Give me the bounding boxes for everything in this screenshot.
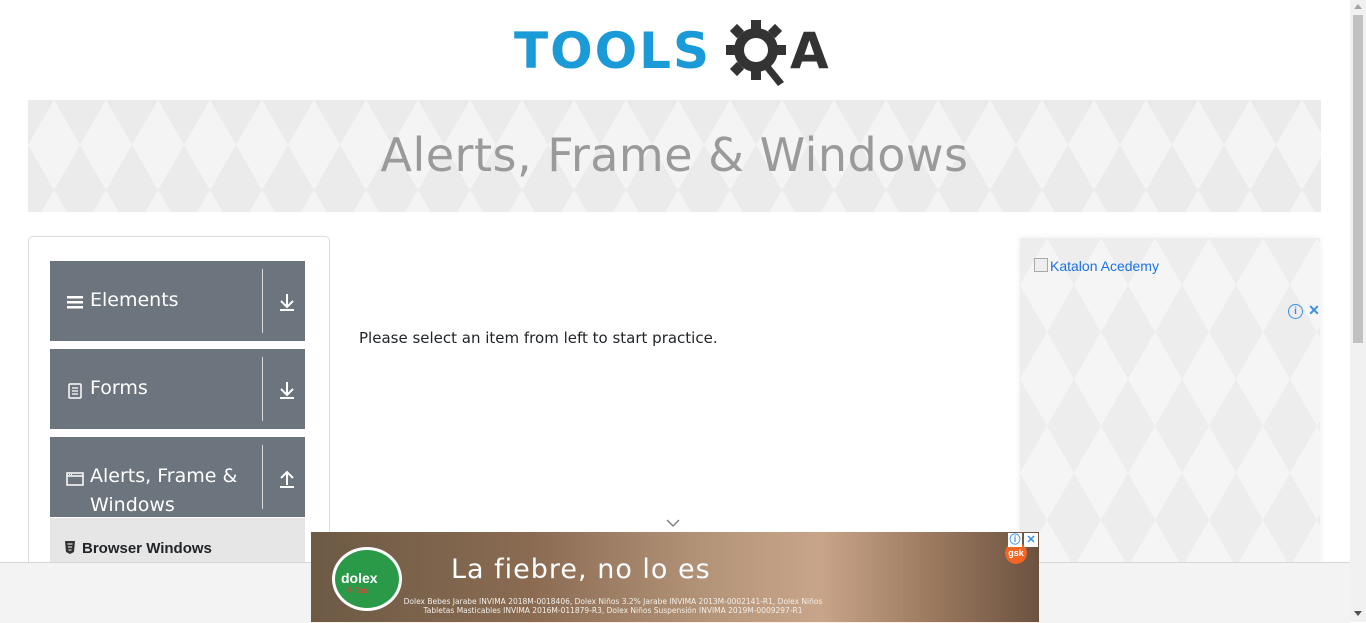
page-banner: Alerts, Frame & Windows [28, 100, 1321, 212]
logo-text-tools: TOOLS [514, 22, 711, 80]
download-arrow-icon [280, 294, 294, 311]
katalon-ad-link[interactable]: Katalon Acedemy [1034, 258, 1159, 274]
sidebar-accordion: Elements Forms Alerts, Frame & Windows B… [28, 236, 330, 578]
chevron-down-icon[interactable] [666, 518, 680, 528]
sidebar-item-label: Browser Windows [82, 540, 212, 557]
ad-headline: La fiebre, no lo es [451, 554, 711, 585]
sidebar-group-elements[interactable]: Elements [50, 261, 305, 341]
scrollbar-thumb[interactable] [1353, 15, 1363, 343]
bottom-ad-controls: ⓘ ✕ [1008, 533, 1038, 547]
toolsqa-logo[interactable]: TOOLS A [514, 16, 838, 90]
dolex-brand: dolex [341, 570, 378, 586]
document-icon [68, 383, 82, 399]
hamburger-icon [67, 296, 83, 309]
sidebar-group-label-line1: Alerts, Frame & [90, 465, 238, 487]
vertical-scrollbar[interactable] [1350, 0, 1366, 622]
sidebar-item-browser-windows[interactable]: Browser Windows [64, 540, 212, 557]
dolex-brand-sub: Niños [347, 586, 368, 595]
upload-arrow-icon [280, 470, 294, 488]
scroll-up-arrow-icon[interactable] [1354, 4, 1362, 9]
divider [262, 445, 263, 509]
sidebar-group-label: Forms [90, 377, 148, 399]
ad-info-icon[interactable]: ⓘ [1008, 533, 1022, 547]
divider [262, 357, 263, 421]
ad-close-icon[interactable]: ✕ [1307, 303, 1321, 318]
bottom-banner-ad[interactable]: dolex Niños La fiebre, no lo es Dolex Be… [311, 532, 1039, 622]
ad-controls: i ✕ [1288, 303, 1321, 319]
sidebar-group-label-line2: Windows [90, 494, 175, 516]
ad-close-icon[interactable]: ✕ [1024, 533, 1038, 547]
divider [262, 269, 263, 333]
ad-info-icon[interactable]: i [1288, 304, 1303, 319]
sidebar-group-alerts-frame-windows[interactable]: Alerts, Frame & Windows [50, 437, 305, 517]
broken-image-icon [1034, 258, 1048, 272]
logo-text-a: A [790, 22, 829, 80]
sidebar-group-forms[interactable]: Forms [50, 349, 305, 429]
page-title: Alerts, Frame & Windows [380, 128, 969, 182]
scroll-down-arrow-icon[interactable] [1354, 611, 1362, 616]
ad-fine-print: Dolex Bebes Jarabe INVIMA 2018M-0018406,… [403, 597, 823, 615]
sidebar-group-label: Elements [90, 289, 179, 311]
html-icon [65, 541, 75, 554]
side-ad: Katalon Acedemy i ✕ [1020, 238, 1320, 578]
practice-message: Please select an item from left to start… [359, 329, 718, 347]
ad-link-text: Katalon Acedemy [1050, 258, 1159, 274]
download-arrow-icon [280, 382, 294, 399]
gear-magnifier-icon [726, 20, 786, 86]
window-icon [66, 472, 84, 486]
